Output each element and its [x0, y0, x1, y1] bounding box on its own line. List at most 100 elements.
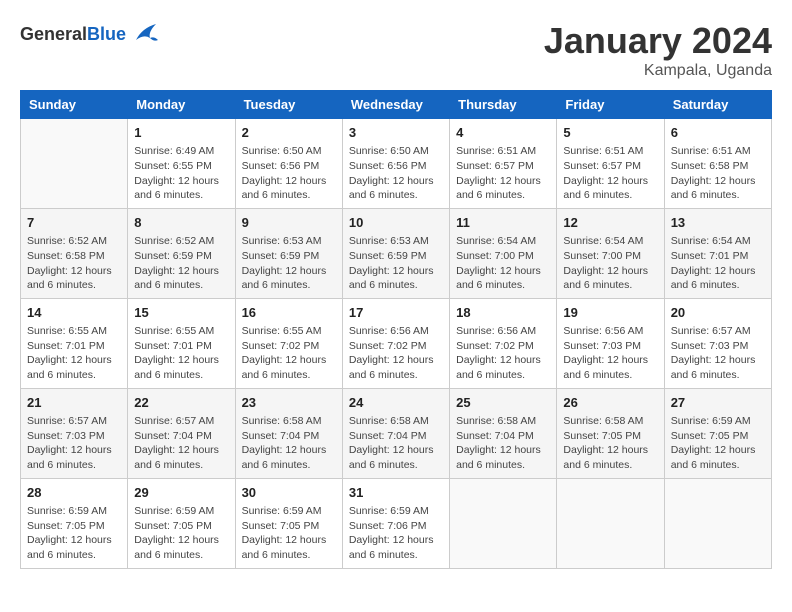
day-info: Sunrise: 6:57 AMSunset: 7:04 PMDaylight:…	[134, 415, 219, 471]
day-number: 10	[349, 214, 443, 232]
day-info: Sunrise: 6:58 AMSunset: 7:05 PMDaylight:…	[563, 415, 648, 471]
day-info: Sunrise: 6:59 AMSunset: 7:05 PMDaylight:…	[671, 415, 756, 471]
day-info: Sunrise: 6:57 AMSunset: 7:03 PMDaylight:…	[671, 325, 756, 381]
day-number: 31	[349, 484, 443, 502]
calendar-day-cell: 18 Sunrise: 6:56 AMSunset: 7:02 PMDayligh…	[450, 298, 557, 388]
day-number: 7	[27, 214, 121, 232]
day-info: Sunrise: 6:53 AMSunset: 6:59 PMDaylight:…	[349, 235, 434, 291]
day-number: 5	[563, 124, 657, 142]
calendar-day-cell: 7 Sunrise: 6:52 AMSunset: 6:58 PMDaylight…	[21, 208, 128, 298]
day-info: Sunrise: 6:56 AMSunset: 7:02 PMDaylight:…	[456, 325, 541, 381]
day-info: Sunrise: 6:50 AMSunset: 6:56 PMDaylight:…	[242, 145, 327, 201]
calendar-day-cell: 10 Sunrise: 6:53 AMSunset: 6:59 PMDayligh…	[342, 208, 449, 298]
calendar-day-cell: 12 Sunrise: 6:54 AMSunset: 7:00 PMDayligh…	[557, 208, 664, 298]
calendar-week-row: 21Sunrise: 6:57 AMSunset: 7:03 PMDayligh…	[21, 388, 772, 478]
day-number: 29	[134, 484, 228, 502]
day-number: 4	[456, 124, 550, 142]
calendar-table: SundayMondayTuesdayWednesdayThursdayFrid…	[20, 90, 772, 569]
day-info: Sunrise: 6:59 AMSunset: 7:05 PMDaylight:…	[134, 505, 219, 561]
day-info: Sunrise: 6:59 AMSunset: 7:05 PMDaylight:…	[242, 505, 327, 561]
day-info: Sunrise: 6:54 AMSunset: 7:00 PMDaylight:…	[456, 235, 541, 291]
calendar-day-cell: 16 Sunrise: 6:55 AMSunset: 7:02 PMDayligh…	[235, 298, 342, 388]
calendar-day-cell: 6Sunrise: 6:51 AMSunset: 6:58 PMDaylight…	[664, 119, 771, 209]
calendar-week-row: 1 Sunrise: 6:49 AMSunset: 6:55 PMDaylight…	[21, 119, 772, 209]
location-subtitle: Kampala, Uganda	[544, 62, 772, 80]
calendar-day-cell: 23 Sunrise: 6:58 AMSunset: 7:04 PMDayligh…	[235, 388, 342, 478]
calendar-day-cell: 1 Sunrise: 6:49 AMSunset: 6:55 PMDaylight…	[128, 119, 235, 209]
calendar-day-cell: 13 Sunrise: 6:54 AMSunset: 7:01 PMDayligh…	[664, 208, 771, 298]
day-number: 13	[671, 214, 765, 232]
calendar-header-sunday: Sunday	[21, 91, 128, 119]
calendar-day-cell: 29 Sunrise: 6:59 AMSunset: 7:05 PMDayligh…	[128, 478, 235, 568]
calendar-day-cell: 5Sunrise: 6:51 AMSunset: 6:57 PMDaylight…	[557, 119, 664, 209]
calendar-day-cell: 22 Sunrise: 6:57 AMSunset: 7:04 PMDayligh…	[128, 388, 235, 478]
calendar-day-cell	[557, 478, 664, 568]
calendar-day-cell: 20 Sunrise: 6:57 AMSunset: 7:03 PMDayligh…	[664, 298, 771, 388]
calendar-day-cell: 26Sunrise: 6:58 AMSunset: 7:05 PMDayligh…	[557, 388, 664, 478]
day-info: Sunrise: 6:59 AMSunset: 7:05 PMDaylight:…	[27, 505, 112, 561]
calendar-week-row: 7 Sunrise: 6:52 AMSunset: 6:58 PMDaylight…	[21, 208, 772, 298]
logo: GeneralBlue	[20, 20, 160, 48]
calendar-header-friday: Friday	[557, 91, 664, 119]
logo-text: GeneralBlue	[20, 24, 126, 45]
calendar-header-monday: Monday	[128, 91, 235, 119]
day-info: Sunrise: 6:54 AMSunset: 7:01 PMDaylight:…	[671, 235, 756, 291]
calendar-day-cell: 31Sunrise: 6:59 AMSunset: 7:06 PMDayligh…	[342, 478, 449, 568]
calendar-week-row: 14Sunrise: 6:55 AMSunset: 7:01 PMDayligh…	[21, 298, 772, 388]
calendar-day-cell: 27 Sunrise: 6:59 AMSunset: 7:05 PMDayligh…	[664, 388, 771, 478]
calendar-day-cell	[450, 478, 557, 568]
day-info: Sunrise: 6:57 AMSunset: 7:03 PMDaylight:…	[27, 415, 112, 471]
day-info: Sunrise: 6:56 AMSunset: 7:02 PMDaylight:…	[349, 325, 434, 381]
calendar-day-cell: 9 Sunrise: 6:53 AMSunset: 6:59 PMDaylight…	[235, 208, 342, 298]
calendar-week-row: 28 Sunrise: 6:59 AMSunset: 7:05 PMDayligh…	[21, 478, 772, 568]
day-number: 22	[134, 394, 228, 412]
day-number: 20	[671, 304, 765, 322]
day-info: Sunrise: 6:49 AMSunset: 6:55 PMDaylight:…	[134, 145, 219, 201]
calendar-day-cell: 17Sunrise: 6:56 AMSunset: 7:02 PMDayligh…	[342, 298, 449, 388]
day-number: 16	[242, 304, 336, 322]
calendar-day-cell	[664, 478, 771, 568]
calendar-day-cell: 11Sunrise: 6:54 AMSunset: 7:00 PMDayligh…	[450, 208, 557, 298]
calendar-day-cell: 3 Sunrise: 6:50 AMSunset: 6:56 PMDaylight…	[342, 119, 449, 209]
calendar-header-tuesday: Tuesday	[235, 91, 342, 119]
calendar-day-cell: 24 Sunrise: 6:58 AMSunset: 7:04 PMDayligh…	[342, 388, 449, 478]
calendar-day-cell: 14Sunrise: 6:55 AMSunset: 7:01 PMDayligh…	[21, 298, 128, 388]
day-number: 12	[563, 214, 657, 232]
calendar-header-thursday: Thursday	[450, 91, 557, 119]
day-info: Sunrise: 6:58 AMSunset: 7:04 PMDaylight:…	[242, 415, 327, 471]
day-info: Sunrise: 6:55 AMSunset: 7:02 PMDaylight:…	[242, 325, 327, 381]
day-number: 24	[349, 394, 443, 412]
day-number: 1	[134, 124, 228, 142]
day-number: 2	[242, 124, 336, 142]
calendar-day-cell	[21, 119, 128, 209]
day-number: 14	[27, 304, 121, 322]
day-info: Sunrise: 6:51 AMSunset: 6:57 PMDaylight:…	[456, 145, 541, 201]
calendar-day-cell: 28 Sunrise: 6:59 AMSunset: 7:05 PMDayligh…	[21, 478, 128, 568]
day-info: Sunrise: 6:50 AMSunset: 6:56 PMDaylight:…	[349, 145, 434, 201]
day-number: 9	[242, 214, 336, 232]
day-number: 28	[27, 484, 121, 502]
page-header: GeneralBlue January 2024 Kampala, Uganda	[20, 20, 772, 80]
calendar-header-row: SundayMondayTuesdayWednesdayThursdayFrid…	[21, 91, 772, 119]
day-number: 6	[671, 124, 765, 142]
day-number: 23	[242, 394, 336, 412]
calendar-header-saturday: Saturday	[664, 91, 771, 119]
day-number: 25	[456, 394, 550, 412]
day-number: 15	[134, 304, 228, 322]
calendar-day-cell: 19Sunrise: 6:56 AMSunset: 7:03 PMDayligh…	[557, 298, 664, 388]
day-info: Sunrise: 6:52 AMSunset: 6:59 PMDaylight:…	[134, 235, 219, 291]
month-title: January 2024	[544, 20, 772, 62]
day-number: 8	[134, 214, 228, 232]
day-info: Sunrise: 6:58 AMSunset: 7:04 PMDaylight:…	[349, 415, 434, 471]
calendar-day-cell: 4 Sunrise: 6:51 AMSunset: 6:57 PMDaylight…	[450, 119, 557, 209]
day-number: 30	[242, 484, 336, 502]
day-number: 27	[671, 394, 765, 412]
day-info: Sunrise: 6:53 AMSunset: 6:59 PMDaylight:…	[242, 235, 327, 291]
day-info: Sunrise: 6:54 AMSunset: 7:00 PMDaylight:…	[563, 235, 648, 291]
day-number: 19	[563, 304, 657, 322]
day-number: 3	[349, 124, 443, 142]
calendar-day-cell: 8 Sunrise: 6:52 AMSunset: 6:59 PMDaylight…	[128, 208, 235, 298]
day-number: 18	[456, 304, 550, 322]
title-block: January 2024 Kampala, Uganda	[544, 20, 772, 80]
day-info: Sunrise: 6:52 AMSunset: 6:58 PMDaylight:…	[27, 235, 112, 291]
